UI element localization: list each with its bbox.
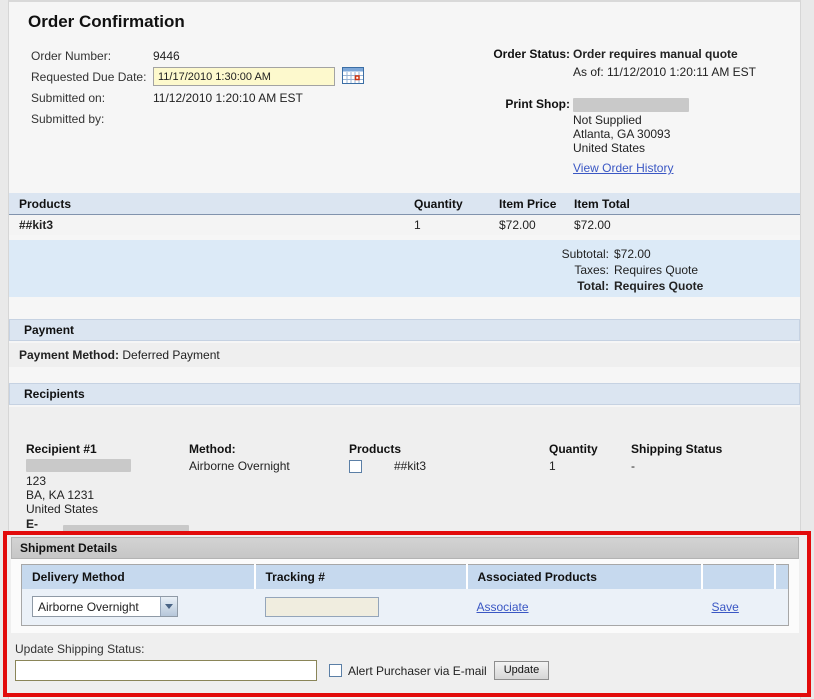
chevron-down-icon (160, 597, 177, 616)
products-header: Products (9, 197, 404, 211)
subtotal-label: Subtotal: (9, 246, 609, 262)
order-number-value: 9446 (153, 49, 180, 63)
payment-method-label: Payment Method: (19, 348, 119, 362)
shipping-status-label: Shipping Status (631, 442, 800, 456)
products-table-header: Products Quantity Item Price Item Total (9, 193, 800, 215)
print-shop-address-2: Atlanta, GA 30093 (573, 127, 800, 141)
shipment-row: Airborne Overnight Associate Save (22, 589, 789, 626)
shipping-status-value: - (631, 459, 800, 473)
redacted-recipient-name (26, 459, 131, 472)
item-total-header: Item Total (569, 197, 800, 211)
order-status-value: Order requires manual quote (573, 45, 800, 63)
recipient-quantity-label: Quantity (549, 442, 631, 456)
taxes-label: Taxes: (9, 262, 609, 278)
payment-section-header: Payment (9, 319, 800, 341)
print-shop-address-3: United States (573, 141, 800, 155)
print-shop-address-1: Not Supplied (573, 113, 800, 127)
order-status-panel: Order Status: Order requires manual quot… (429, 45, 800, 177)
submitted-by-label: Submitted by: (31, 112, 153, 126)
shipment-details-header: Shipment Details (11, 537, 799, 559)
quantity-header: Quantity (404, 197, 489, 211)
product-total-cell: $72.00 (569, 218, 800, 232)
product-name-cell: ##kit3 (9, 218, 404, 232)
shipping-status-input[interactable] (15, 660, 317, 681)
alert-purchaser-checkbox[interactable] (329, 664, 342, 677)
calendar-icon (342, 67, 364, 87)
recipients-section-header: Recipients (9, 383, 800, 405)
save-link[interactable]: Save (712, 600, 739, 614)
payment-method-value: Deferred Payment (122, 348, 219, 362)
recipient-title: Recipient #1 (26, 442, 189, 456)
recipient-quantity-column: Quantity 1 (549, 442, 631, 545)
update-shipping-area: Update Shipping Status: Alert Purchaser … (7, 633, 807, 681)
tracking-number-input[interactable] (265, 597, 379, 617)
method-label: Method: (189, 442, 349, 456)
order-info: Order Number: 9446 Requested Due Date: (9, 45, 429, 177)
calendar-button[interactable] (342, 67, 364, 87)
associate-link[interactable]: Associate (477, 600, 529, 614)
due-date-input[interactable] (153, 67, 335, 86)
recipient-shipping-status-column: Shipping Status - (631, 442, 800, 545)
submitted-on-value: 11/12/2010 1:20:10 AM EST (153, 91, 303, 105)
page-title: Order Confirmation (9, 12, 800, 32)
subtotal-value: $72.00 (614, 246, 651, 262)
order-header-section: Order Confirmation Order Number: 9446 Re… (9, 2, 800, 193)
recipient-address-2: BA, KA 1231 (26, 488, 189, 502)
shipment-table-area: Delivery Method Tracking # Associated Pr… (11, 559, 799, 633)
empty-column-header (775, 565, 789, 589)
product-checkbox[interactable] (349, 460, 362, 473)
taxes-value: Requires Quote (614, 262, 698, 278)
recipient-address-column: Recipient #1 123 BA, KA 1231 United Stat… (26, 442, 189, 545)
view-order-history-link[interactable]: View Order History (573, 159, 673, 177)
due-date-label: Requested Due Date: (31, 70, 153, 84)
method-value: Airborne Overnight (189, 459, 349, 473)
payment-content: Payment Method: Deferred Payment (9, 343, 800, 367)
order-status-as-of: As of: 11/12/2010 1:20:11 AM EST (573, 63, 800, 81)
recipient-block: Recipient #1 123 BA, KA 1231 United Stat… (9, 407, 800, 533)
update-shipping-label: Update Shipping Status: (15, 641, 807, 657)
recipient-quantity-value: 1 (549, 459, 631, 473)
recipient-products-column: Products ##kit3 (349, 442, 549, 545)
product-price-cell: $72.00 (489, 218, 569, 232)
print-shop-label: Print Shop: (429, 95, 570, 113)
delivery-method-header: Delivery Method (22, 565, 255, 589)
annotation-highlight-box: Shipment Details Delivery Method Trackin… (3, 531, 811, 697)
total-value: Requires Quote (614, 278, 703, 294)
item-price-header: Item Price (489, 197, 569, 211)
delivery-method-selected: Airborne Overnight (33, 600, 160, 614)
recipient-product-name: ##kit3 (394, 459, 426, 473)
order-summary: Subtotal: $72.00 Taxes: Requires Quote T… (9, 240, 800, 297)
order-confirmation-page: Order Confirmation Order Number: 9446 Re… (8, 0, 801, 699)
recipient-method-column: Method: Airborne Overnight (189, 442, 349, 545)
associated-products-header: Associated Products (467, 565, 702, 589)
redacted-print-shop-name (573, 98, 689, 112)
table-row: ##kit3 1 $72.00 $72.00 (9, 215, 800, 235)
product-quantity-cell: 1 (404, 218, 489, 232)
tracking-header: Tracking # (255, 565, 467, 589)
total-label: Total: (9, 278, 609, 294)
submitted-on-label: Submitted on: (31, 91, 153, 105)
order-number-label: Order Number: (31, 49, 153, 63)
delivery-method-select[interactable]: Airborne Overnight (32, 596, 178, 617)
alert-purchaser-label: Alert Purchaser via E-mail (348, 664, 487, 678)
recipient-products-label: Products (349, 442, 549, 456)
order-status-label: Order Status: (429, 45, 570, 63)
shipment-table: Delivery Method Tracking # Associated Pr… (21, 564, 789, 626)
update-button[interactable]: Update (494, 661, 549, 680)
recipient-address-3: United States (26, 502, 189, 516)
recipient-address-1: 123 (26, 474, 189, 488)
save-column-header (702, 565, 775, 589)
